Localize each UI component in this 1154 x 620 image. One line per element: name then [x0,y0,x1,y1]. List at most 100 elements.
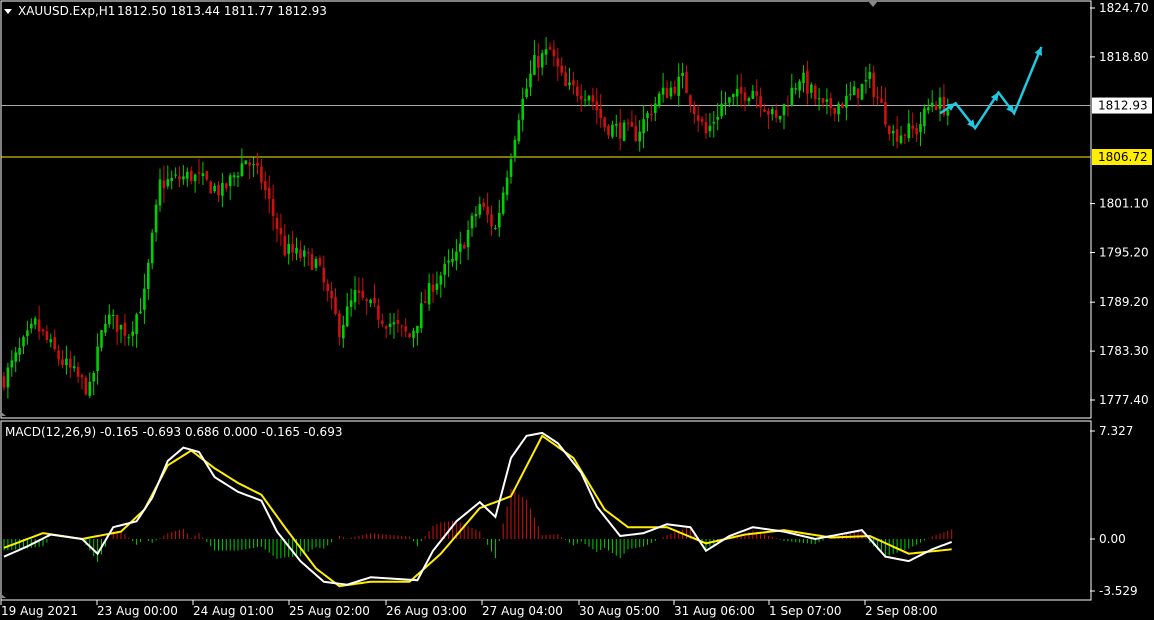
candle-body [88,381,92,396]
candle-body [837,103,840,115]
time-tick-label: 2 Sep 08:00 [865,604,937,618]
candle-body [478,204,482,215]
candle-body [57,350,60,360]
candle-body [864,80,868,82]
candle [84,375,88,396]
candle-body [833,107,836,114]
candle-body [466,229,470,248]
candle-body [377,305,380,320]
candle-body [774,110,778,118]
current-price-tag-label: 1812.93 [1098,99,1148,113]
candle-body [669,87,673,97]
candle-body [915,128,918,135]
candle-body [611,124,614,137]
candle-body [868,71,872,79]
candle-body [724,103,727,105]
candle-body [513,139,517,158]
candle-body [30,323,33,329]
candle-body [92,373,95,382]
candle-body [564,72,567,87]
candle-body [521,98,524,120]
candle-body [10,360,14,368]
candle-body [158,179,162,206]
candle-body [665,87,669,98]
candle-body [673,86,677,94]
candle-body [412,330,415,338]
candle [622,119,626,142]
candle-body [135,314,138,335]
candle-body [41,329,45,332]
candle-body [884,102,887,125]
candle-body [108,314,111,325]
candle-body [537,55,540,68]
level-price-tag-label: 1806.72 [1098,150,1148,164]
price-tick-label: 1824.70 [1099,1,1149,15]
candle-body [505,177,509,195]
candle-body [638,131,641,142]
candle-body [162,180,166,189]
candle-body [607,125,610,136]
candle-body [396,320,400,324]
candle-body [579,95,583,100]
candle-body [735,88,739,97]
symbol-timeframe: XAUUSD.Exp,H1 [18,4,115,18]
candle-body [420,303,423,329]
candle-body [100,330,103,348]
price-tick-label: 1777.40 [1099,393,1149,407]
candle-body [182,176,185,180]
candle-body [782,104,786,116]
candle [209,180,212,194]
time-tick-label: 30 Aug 05:00 [579,604,660,618]
candle-body [927,107,930,111]
candle-body [525,88,528,98]
candle-body [708,125,712,132]
candle-body [186,171,189,179]
candle-body [338,313,341,338]
candle-body [911,125,914,129]
candle-body [197,172,201,174]
candle-body [423,301,427,303]
candle-body [408,333,411,338]
candle-body [357,290,361,293]
candle-body [544,49,548,55]
candle-body [26,330,29,337]
candle-body [392,322,396,325]
macd-tick-label: -3.529 [1099,584,1138,598]
candle [244,160,248,165]
chart-canvas[interactable]: XAUUSD.Exp,H1 1812.50 1813.44 1811.77 18… [0,0,1154,620]
candle-body [622,122,626,141]
macd-title: MACD(12,26,9) -0.165 -0.693 0.686 0.000 … [5,425,342,439]
candle-body [143,288,146,310]
candle-body [751,90,755,99]
candle-body [49,339,53,343]
candle-body [139,311,142,314]
candle-body [517,120,521,142]
candle-body [704,122,708,134]
candle-body [657,93,661,106]
candle-body [907,123,911,139]
candle-body [747,97,751,102]
candle-body [267,188,271,199]
macd-tick-label: 0.00 [1099,532,1126,546]
candle-body [80,374,84,378]
candle-body [37,319,41,332]
candle-body [646,113,649,119]
candle-body [618,122,622,139]
candle-body [115,314,119,332]
candle-body [743,92,747,101]
candle-body [127,337,131,339]
candle-body [661,87,665,95]
candle-body [96,346,99,372]
candle-body [494,227,497,229]
candle-body [583,99,587,101]
candle-body [384,326,388,329]
candle-body [825,99,829,102]
candle-body [560,65,563,73]
candle-body [381,320,384,324]
candle-body [53,337,56,350]
candle-body [739,87,743,94]
candle-body [895,129,899,142]
candle-body [373,297,376,304]
candle-body [353,290,357,303]
candle-body [295,247,298,254]
